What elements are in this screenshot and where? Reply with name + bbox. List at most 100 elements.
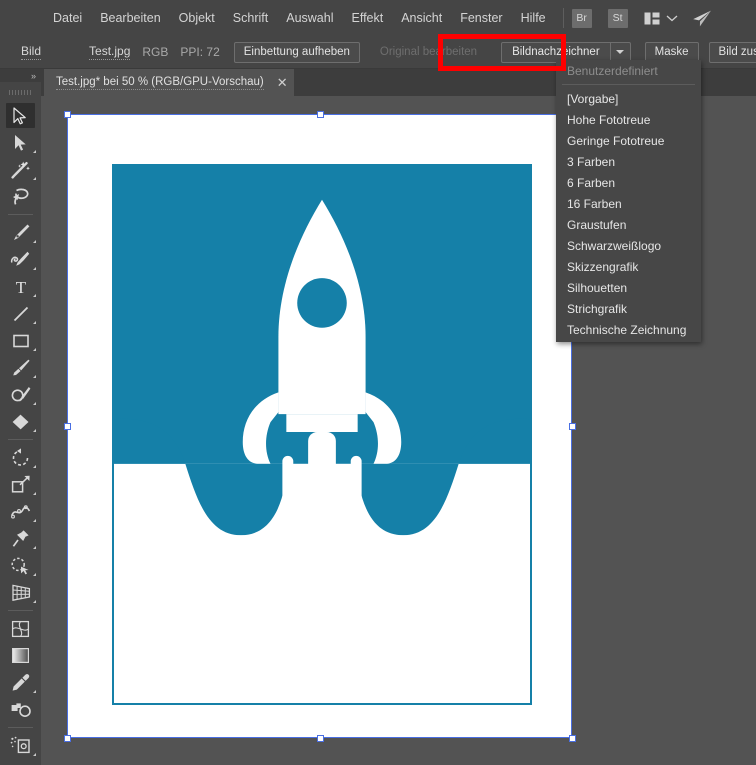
preset-item-grayscale[interactable]: Graustufen <box>556 214 701 235</box>
preset-item-high-fidelity[interactable]: Hohe Fototreue <box>556 109 701 130</box>
preset-item-black-white-logo[interactable]: Schwarzweißlogo <box>556 235 701 256</box>
gradient-icon <box>11 647 30 664</box>
toolbar-drag-handle[interactable] <box>9 86 32 98</box>
rocket-illustration[interactable] <box>112 164 532 705</box>
linked-file-name[interactable]: Test.jpg <box>89 44 130 60</box>
arrow-cursor-icon <box>12 107 29 125</box>
preset-menu-divider <box>562 84 695 85</box>
eyedropper-icon <box>11 673 31 692</box>
pushpin-icon <box>12 529 30 548</box>
direct-selection-tool[interactable] <box>0 129 41 156</box>
blend-icon <box>10 701 31 719</box>
rectangle-tool[interactable] <box>0 327 41 354</box>
mask-button-label: Maske <box>655 46 689 58</box>
menu-bar: Datei Bearbeiten Objekt Schrift Auswahl … <box>0 0 756 36</box>
magic-wand-icon <box>11 161 30 179</box>
unembed-button[interactable]: Einbettung aufheben <box>234 42 360 63</box>
unembed-button-label: Einbettung aufheben <box>244 46 350 58</box>
pen-nib-icon <box>11 223 31 242</box>
illustrator-window: Datei Bearbeiten Objekt Schrift Auswahl … <box>0 0 756 765</box>
paintbrush-tool[interactable] <box>0 354 41 381</box>
toolbar-divider-1 <box>8 214 33 215</box>
curvature-pen-icon <box>10 250 31 269</box>
bridge-chip-icon[interactable]: Br <box>572 9 592 28</box>
toolbar-divider-3 <box>8 610 33 611</box>
image-trace-chevron-down-icon[interactable] <box>610 43 630 62</box>
preset-item-silhouettes[interactable]: Silhouetten <box>556 277 701 298</box>
edit-original-button-label: Original bearbeiten <box>380 46 477 58</box>
symbol-sprayer-tool[interactable] <box>0 732 41 759</box>
menu-objekt[interactable]: Objekt <box>170 0 224 36</box>
shape-builder-tool[interactable] <box>0 552 41 579</box>
edit-original-button: Original bearbeiten <box>370 42 487 63</box>
preset-item-low-fidelity[interactable]: Geringe Fototreue <box>556 130 701 151</box>
selection-tool[interactable] <box>0 102 41 129</box>
preset-item-default[interactable]: [Vorgabe] <box>556 88 701 109</box>
crop-image-button[interactable]: Bild zuschneiden <box>709 42 756 63</box>
document-tab[interactable]: Test.jpg* bei 50 % (RGB/GPU-Vorschau) ✕ <box>44 69 294 96</box>
lasso-tool[interactable] <box>0 183 41 210</box>
eyedropper-tool[interactable] <box>0 669 41 696</box>
image-trace-button-label[interactable]: Bildnachzeichner <box>502 43 610 62</box>
eraser-tool[interactable] <box>0 408 41 435</box>
curvature-tool[interactable] <box>0 246 41 273</box>
artboard[interactable] <box>67 114 572 738</box>
preset-item-technical-drawing[interactable]: Technische Zeichnung <box>556 319 701 340</box>
share-paper-plane-icon[interactable] <box>692 10 712 27</box>
selected-object-type: Bild <box>21 44 41 60</box>
scale-tool[interactable] <box>0 471 41 498</box>
preset-item-3-colors[interactable]: 3 Farben <box>556 151 701 172</box>
menu-auswahl[interactable]: Auswahl <box>277 0 342 36</box>
toolbar-collapse-icon[interactable]: » <box>0 69 41 82</box>
stock-chip-icon[interactable]: St <box>608 9 628 28</box>
perspective-grid-tool[interactable] <box>0 579 41 606</box>
menu-schrift[interactable]: Schrift <box>224 0 277 36</box>
ppi-label: PPI: 72 <box>180 45 219 59</box>
column-graph-tool[interactable] <box>0 759 41 765</box>
toolbar-divider-4 <box>8 727 33 728</box>
eraser-icon <box>11 413 30 431</box>
preset-item-line-art[interactable]: Strichgrafik <box>556 298 701 319</box>
preset-item-16-colors[interactable]: 16 Farben <box>556 193 701 214</box>
rectangle-icon <box>12 332 30 350</box>
menu-effekt[interactable]: Effekt <box>342 0 392 36</box>
blend-tool[interactable] <box>0 696 41 723</box>
menu-ansicht-label: Ansicht <box>401 11 442 25</box>
toolbar-divider-2 <box>8 439 33 440</box>
free-transform-tool[interactable] <box>0 525 41 552</box>
chevron-down-icon[interactable] <box>666 14 678 22</box>
direct-select-arrow-icon <box>12 134 29 152</box>
mesh-tool[interactable] <box>0 615 41 642</box>
image-trace-preset-menu[interactable]: Benutzerdefiniert [Vorgabe] Hohe Fototre… <box>556 60 701 342</box>
menu-bearbeiten[interactable]: Bearbeiten <box>91 0 169 36</box>
shape-builder-icon <box>10 557 31 575</box>
gradient-tool[interactable] <box>0 642 41 669</box>
rotate-tool[interactable] <box>0 444 41 471</box>
scale-icon <box>11 475 31 494</box>
perspective-grid-icon <box>11 584 31 602</box>
close-icon[interactable]: ✕ <box>277 76 288 89</box>
arrange-documents-icon[interactable] <box>644 12 660 25</box>
menu-bearbeiten-label: Bearbeiten <box>100 11 160 25</box>
symbol-sprayer-icon <box>10 736 31 755</box>
preset-item-sketched-art[interactable]: Skizzengrafik <box>556 256 701 277</box>
menubar-divider <box>563 8 564 28</box>
shaper-tool[interactable] <box>0 381 41 408</box>
pen-tool[interactable] <box>0 219 41 246</box>
stock-chip-label: St <box>613 12 623 24</box>
menu-datei[interactable]: Datei <box>44 0 91 36</box>
width-tool[interactable] <box>0 498 41 525</box>
type-tool[interactable]: T <box>0 273 41 300</box>
menu-hilfe[interactable]: Hilfe <box>512 0 555 36</box>
shaper-pencil-icon <box>11 385 31 404</box>
tools-panel: » <box>0 69 41 765</box>
line-segment-tool[interactable] <box>0 300 41 327</box>
menu-fenster[interactable]: Fenster <box>451 0 511 36</box>
text-t-icon: T <box>12 278 30 296</box>
line-diagonal-icon <box>12 305 30 323</box>
preset-item-6-colors[interactable]: 6 Farben <box>556 172 701 193</box>
menu-auswahl-label: Auswahl <box>286 11 333 25</box>
magic-wand-tool[interactable] <box>0 156 41 183</box>
menu-ansicht[interactable]: Ansicht <box>392 0 451 36</box>
menu-fenster-label: Fenster <box>460 11 502 25</box>
